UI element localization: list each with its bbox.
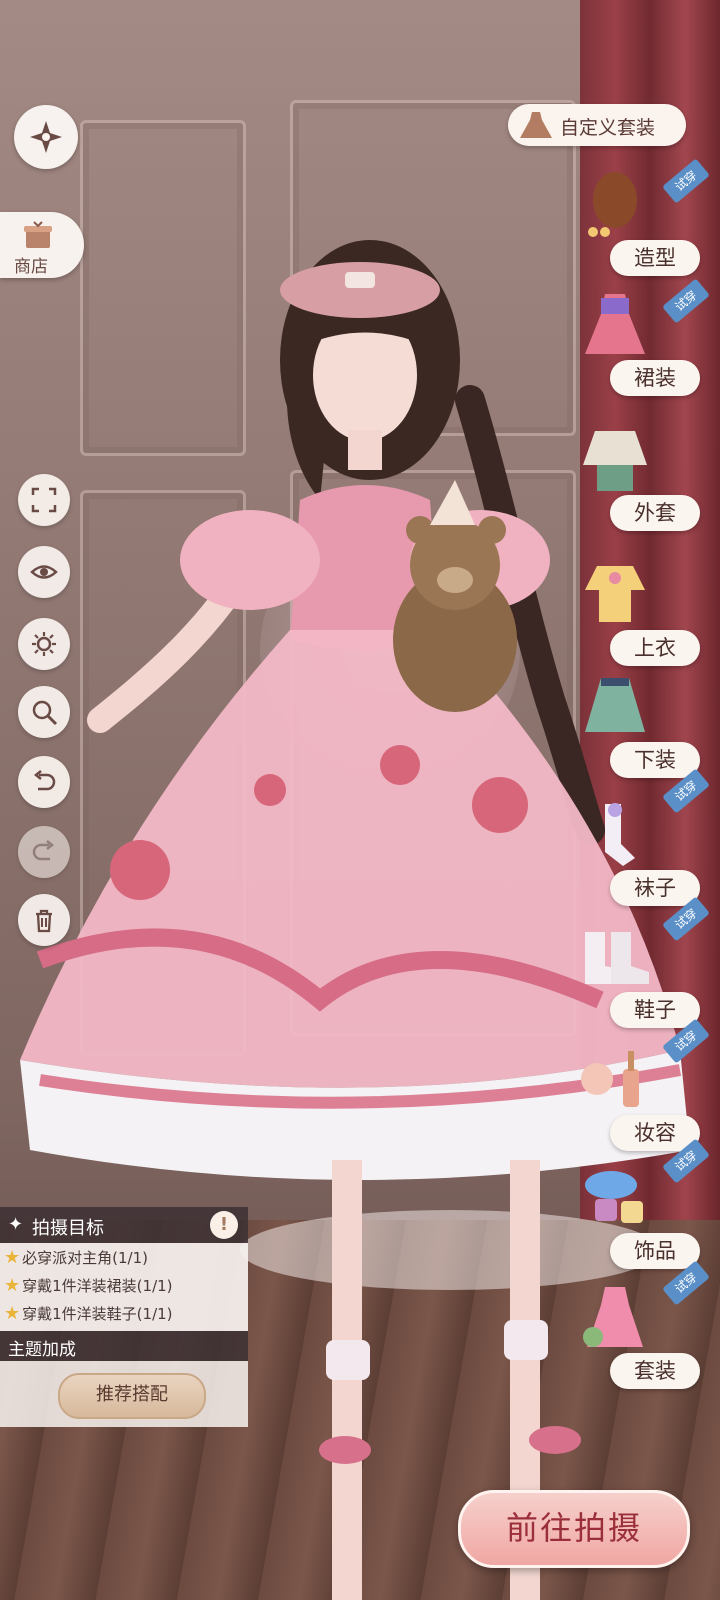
go-shoot-button[interactable]: 前往拍摄 [458, 1490, 690, 1568]
dress-item-icon [585, 294, 645, 354]
lighting-button[interactable] [18, 618, 70, 670]
zoom-button[interactable] [18, 686, 70, 738]
objectives-header: ✦ 拍摄目标 ! [0, 1207, 248, 1243]
visibility-button[interactable] [18, 546, 70, 598]
objectives-list: ★ 必穿派对主角(1/1) ★ 穿戴1件洋装裙装(1/1) ★ 穿戴1件洋装鞋子(1/… [0, 1243, 248, 1331]
dress-icon [520, 112, 552, 138]
undo-icon [33, 770, 56, 791]
star-icon: ★ [4, 1247, 21, 1268]
shoes-icon [585, 932, 649, 984]
shooting-objectives-panel: ✦ 拍摄目标 ! ★ 必穿派对主角(1/1) ★ 穿戴1件洋装裙装(1/1) ★ 穿戴… [0, 1207, 248, 1427]
objectives-title: 拍摄目标 [32, 1218, 104, 1239]
category-top[interactable]: 上衣 [565, 560, 720, 680]
top-icon [585, 566, 645, 622]
trash-icon [36, 909, 52, 933]
category-label: 外套 [610, 495, 700, 531]
category-label: 下装 [610, 742, 700, 778]
compass-back-icon [30, 121, 62, 153]
shop-button[interactable]: 商店 [0, 212, 84, 278]
set-icon [583, 1287, 643, 1347]
frame-icon [31, 487, 57, 513]
zoom-icon [32, 700, 58, 726]
objective-item: ★ 必穿派对主角(1/1) [4, 1247, 148, 1268]
category-label: 套装 [610, 1353, 700, 1389]
skirt-icon [585, 678, 645, 732]
accessories-icon [585, 1171, 643, 1223]
category-label: 袜子 [610, 870, 700, 906]
custom-outfit-button[interactable]: 自定义套装 [508, 104, 686, 146]
category-set[interactable]: 套装 [565, 1283, 720, 1403]
category-label: 上衣 [610, 630, 700, 666]
theme-bonus-title: 主题加成 [8, 1340, 76, 1360]
custom-outfit-label: 自定义套装 [560, 117, 656, 139]
category-hairstyle[interactable]: 造型 [565, 170, 720, 290]
hairstyle-icon [588, 172, 637, 237]
redo-button[interactable] [18, 826, 70, 878]
coat-icon [583, 431, 647, 491]
delete-button[interactable] [18, 894, 70, 946]
star-icon: ★ [4, 1303, 21, 1324]
objective-item: ★ 穿戴1件洋装鞋子(1/1) [4, 1303, 173, 1324]
makeup-icon [581, 1051, 639, 1107]
sparkle-icon: ✦ [8, 1214, 24, 1235]
category-label: 鞋子 [610, 992, 700, 1028]
socks-icon [605, 803, 635, 866]
theme-bonus-area: 推荐搭配 [0, 1361, 248, 1427]
category-label: 造型 [610, 240, 700, 276]
eye-icon [30, 565, 58, 579]
frame-button[interactable] [18, 474, 70, 526]
recommend-outfit-button[interactable]: 推荐搭配 [58, 1373, 206, 1419]
shop-label: 商店 [14, 257, 48, 277]
shop-icon [24, 221, 52, 248]
light-icon [32, 632, 56, 656]
info-alert-icon[interactable]: ! [210, 1211, 238, 1239]
theme-bonus-header: 主题加成 [0, 1331, 248, 1361]
back-button[interactable] [14, 105, 78, 169]
category-dress[interactable]: 裙装 [565, 290, 720, 410]
undo-button[interactable] [18, 756, 70, 808]
star-icon: ★ [4, 1275, 21, 1296]
redo-icon [32, 840, 55, 861]
category-coat[interactable]: 外套 [565, 425, 720, 545]
category-label: 裙装 [610, 360, 700, 396]
category-label: 饰品 [610, 1233, 700, 1269]
objective-item: ★ 穿戴1件洋装裙装(1/1) [4, 1275, 173, 1296]
